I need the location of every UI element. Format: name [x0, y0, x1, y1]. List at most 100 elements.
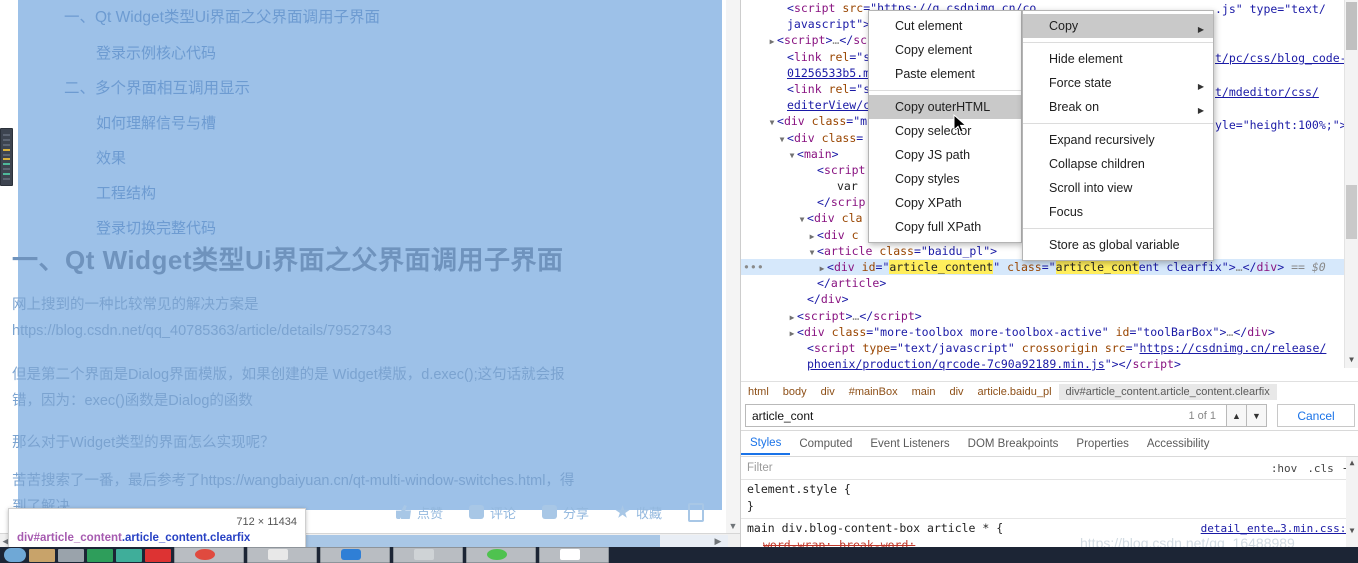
ctx-menu-scroll-into-view[interactable]: Scroll into view: [1023, 176, 1213, 200]
copy-menu-copy-js-path[interactable]: Copy JS path: [869, 143, 1021, 167]
ctx-menu-focus[interactable]: Focus: [1023, 200, 1213, 224]
breadcrumb-item-7[interactable]: div#article_content.article_content.clea…: [1058, 383, 1277, 400]
class-editor-toggle[interactable]: .cls: [1302, 462, 1339, 475]
style-rule-source[interactable]: detail_ente…3.min.css:1: [1201, 520, 1353, 537]
copy-menu-cut-element[interactable]: Cut element: [869, 14, 1021, 38]
styles-tab-strip[interactable]: Styles Computed Event Listeners DOM Breakpo…: [741, 431, 1358, 457]
action-more[interactable]: [688, 502, 705, 522]
page-vertical-scrollbar[interactable]: ▼: [726, 0, 740, 533]
ctx-menu-hide-element[interactable]: Hide element: [1023, 47, 1213, 71]
article-action-bar[interactable]: 点赞 评论 分享 收藏: [396, 498, 726, 526]
style-rule-0[interactable]: element.style {}: [741, 480, 1358, 516]
taskbar-item-white-app[interactable]: [539, 547, 609, 563]
breadcrumb-item-0[interactable]: html: [741, 384, 776, 400]
dom-node[interactable]: </article>: [741, 275, 1358, 291]
breadcrumb-item-1[interactable]: body: [776, 384, 814, 400]
article-heading: 一、Qt Widget类型Ui界面之父界面调用子界面: [12, 245, 564, 275]
toc-link-5[interactable]: 工程结构: [54, 176, 694, 211]
toc-link-3[interactable]: 如何理解信号与槽: [54, 106, 694, 141]
breadcrumb-item-3[interactable]: #mainBox: [842, 384, 905, 400]
ctx-menu-break-on[interactable]: Break on ▶: [1023, 95, 1213, 119]
breadcrumb-item-2[interactable]: div: [814, 384, 842, 400]
styles-filter-input[interactable]: Filter: [741, 462, 1266, 474]
inspector-tooltip-classes: .article_content.clearfix: [121, 532, 251, 544]
action-收藏[interactable]: 收藏: [615, 503, 662, 522]
start-orb-icon[interactable]: [4, 548, 26, 562]
dom-node[interactable]: <script type="text/javascript" crossorig…: [741, 340, 1358, 356]
styles-scroll-up-arrow-icon[interactable]: ▲: [1346, 458, 1358, 467]
style-rule-selector[interactable]: element.style {: [747, 482, 851, 496]
taskbar-item-browser[interactable]: [174, 547, 244, 563]
ctx-menu-collapse-children[interactable]: Collapse children: [1023, 152, 1213, 176]
dom-node[interactable]: <script>…</script>: [741, 308, 1358, 324]
style-declaration[interactable]: word-wrap: break-word;: [747, 537, 1353, 547]
force-hover-toggle[interactable]: :hov: [1266, 462, 1303, 475]
action-评论[interactable]: 评论: [469, 503, 516, 522]
article-table-of-contents[interactable]: 一、Qt Widget类型Ui界面之父界面调用子界面 登录示例核心代码 二、多个界面…: [54, 0, 694, 246]
copy-menu-copy-selector[interactable]: Copy selector: [869, 119, 1021, 143]
windows-taskbar[interactable]: [0, 547, 1358, 563]
taskbar-item-notepad[interactable]: [247, 547, 317, 563]
taskbar-item-blue-app[interactable]: [320, 547, 390, 563]
copy-menu-copy-full-xpath[interactable]: Copy full XPath: [869, 215, 1021, 239]
dom-node-selected[interactable]: •••<div id="article_content" class="arti…: [741, 259, 1358, 276]
breadcrumb-item-4[interactable]: main: [905, 384, 943, 400]
copy-menu-paste-element[interactable]: Paste element: [869, 62, 1021, 86]
tab-event-listeners[interactable]: Event Listeners: [861, 433, 958, 454]
toc-link-1[interactable]: 登录示例核心代码: [54, 36, 694, 71]
search-next-button[interactable]: ▼: [1247, 404, 1267, 427]
dom-scroll-thumb-top[interactable]: [1346, 2, 1357, 50]
ctx-menu-store-as-global-variable[interactable]: Store as global variable: [1023, 233, 1213, 257]
copy-menu-copy-xpath[interactable]: Copy XPath: [869, 191, 1021, 215]
toc-link-4[interactable]: 效果: [54, 141, 694, 176]
styles-rules-pane[interactable]: element.style {} detail_ente…3.min.css:1 m…: [741, 480, 1358, 547]
dom-search-bar[interactable]: article_cont 1 of 1 ▲ ▼ Cancel: [741, 401, 1358, 431]
toc-link-0[interactable]: 一、Qt Widget类型Ui界面之父界面调用子界面: [54, 0, 694, 36]
tab-accessibility[interactable]: Accessibility: [1138, 433, 1219, 454]
node-badge-icon[interactable]: •••: [743, 259, 764, 275]
dom-node[interactable]: <div class="more-toolbox more-toolbox-ac…: [741, 324, 1358, 340]
breadcrumb-item-6[interactable]: article.baidu_pl: [971, 384, 1059, 400]
copy-submenu[interactable]: Cut element Copy element Paste element Copy…: [868, 10, 1022, 243]
dom-tree-scrollbar[interactable]: ▼: [1344, 0, 1358, 368]
ctx-menu-force-state[interactable]: Force state ▶: [1023, 71, 1213, 95]
search-input[interactable]: article_cont 1 of 1: [745, 404, 1227, 427]
taskbar-item-window[interactable]: [393, 547, 463, 563]
style-rule-1[interactable]: detail_ente…3.min.css:1 main div.blog-con…: [741, 518, 1358, 547]
dom-scroll-down-arrow-icon[interactable]: ▼: [1345, 355, 1358, 364]
browser-page-pane[interactable]: 一、Qt Widget类型Ui界面之父界面调用子界面 登录示例核心代码 二、多个界面…: [0, 0, 740, 547]
taskbar-item-red-app[interactable]: [145, 548, 171, 562]
search-cancel-button[interactable]: Cancel: [1277, 404, 1355, 427]
copy-menu-copy-outerhtml[interactable]: Copy outerHTML: [869, 95, 1021, 119]
tab-computed[interactable]: Computed: [790, 433, 861, 454]
dom-node[interactable]: phoenix/production/qrcode-7c90a92189.min…: [741, 356, 1358, 372]
styles-filter-row[interactable]: Filter :hov .cls +: [741, 457, 1358, 480]
breadcrumb-item-5[interactable]: div: [942, 384, 970, 400]
copy-menu-copy-styles[interactable]: Copy styles: [869, 167, 1021, 191]
ctx-menu-copy[interactable]: Copy ▶: [1023, 14, 1213, 38]
dom-node[interactable]: </div>: [741, 291, 1358, 307]
breadcrumb[interactable]: html body div #mainBox main div article.baidu_…: [741, 381, 1358, 402]
dom-scroll-thumb[interactable]: [1346, 185, 1357, 239]
taskbar-item-keyboard[interactable]: [58, 548, 84, 562]
taskbar-item-folder[interactable]: [29, 548, 55, 562]
taskbar-item-music[interactable]: [116, 548, 142, 562]
style-rule-selector[interactable]: main div.blog-content-box article * {: [747, 521, 1003, 535]
search-prev-button[interactable]: ▲: [1227, 404, 1247, 427]
styles-scroll-down-arrow-icon[interactable]: ▼: [1346, 526, 1358, 535]
tab-styles[interactable]: Styles: [741, 432, 791, 455]
action-点赞[interactable]: 点赞: [396, 503, 443, 522]
tab-dom-breakpoints[interactable]: DOM Breakpoints: [959, 433, 1068, 454]
action-分享[interactable]: 分享: [542, 503, 589, 522]
scroll-down-arrow-icon[interactable]: ▼: [726, 521, 740, 531]
taskbar-item-green-app[interactable]: [87, 548, 113, 562]
scroll-right-arrow-icon[interactable]: ▶: [712, 534, 724, 547]
styles-pane-scrollbar[interactable]: ▲ ▼: [1346, 457, 1358, 547]
ctx-menu-expand-recursively[interactable]: Expand recursively: [1023, 128, 1213, 152]
taskbar-item-chat[interactable]: [466, 547, 536, 563]
toc-link-2[interactable]: 二、多个界面相互调用显示: [54, 71, 694, 107]
star-icon: [615, 505, 630, 518]
tab-properties[interactable]: Properties: [1067, 433, 1137, 454]
dom-context-menu[interactable]: Copy ▶ Hide element Force state ▶ Break on ▶ Ex…: [1022, 10, 1214, 261]
copy-menu-copy-element[interactable]: Copy element: [869, 38, 1021, 62]
